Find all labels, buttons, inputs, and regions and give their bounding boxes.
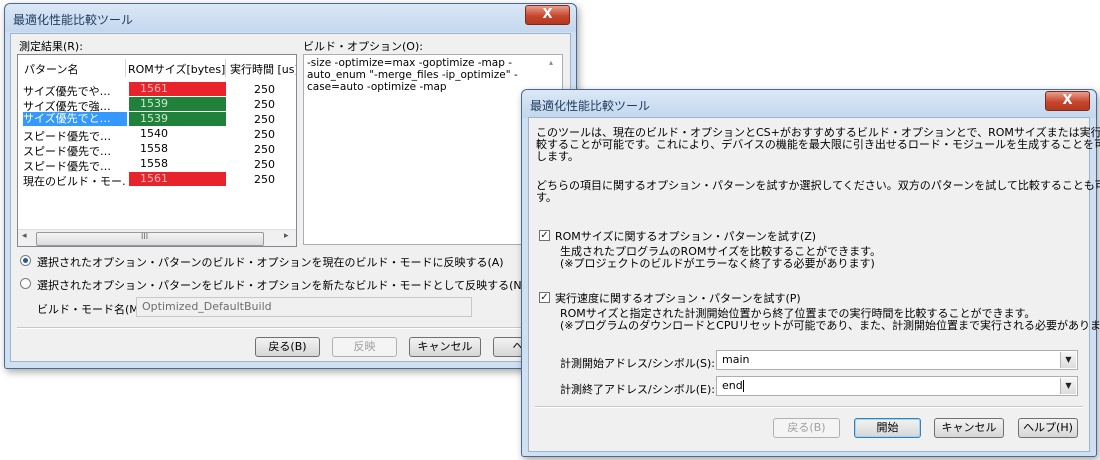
results-label: 測定結果(R): [19,40,83,53]
start-address-value: main [722,353,750,366]
execution-time-cell: 250 [254,143,275,156]
choose-text: どちらの項目に関するオプション・パターンを試すか選択してください。双方のパターン… [536,179,1100,204]
execution-speed-checkbox-label[interactable]: 実行速度に関するオプション・パターンを試す(P) [555,290,801,306]
build-mode-label: ビルド・モード名(M): [37,303,147,316]
rom-size-description: 生成されたプログラムのROMサイズを比較することができます。 (※プロジェクトの… [560,245,882,270]
back-button[interactable]: 戻る(B) [255,337,320,357]
table-row[interactable]: サイズ優先でや… 1561 250 [19,82,294,98]
rom-size-cell: 1558 [140,157,168,170]
divider [535,406,1083,408]
cancel-button[interactable]: キャンセル [409,337,481,357]
column-separator[interactable] [225,59,226,77]
rom-size-checkbox[interactable]: ✓ [539,230,550,241]
radio-reflect-new[interactable] [20,278,31,289]
execution-time-cell: 250 [254,128,275,141]
build-mode-name-field[interactable]: Optimized_DefaultBuild [136,297,472,317]
pattern-name-cell: 現在のビルド・モー… [23,175,127,188]
help-button[interactable]: ヘルプ(H) [1018,418,1078,438]
end-address-label: 計測終了アドレス/シンボル(E): [560,383,715,396]
title-bar[interactable]: 最適化性能比較ツール X [522,90,1096,118]
text-caret [742,380,744,392]
window-client: 測定結果(R): ビルド・オプション(O): パターン名 ROMサイズ[byte… [10,33,571,362]
rom-size-cell: 1561 [129,82,226,96]
dropdown-arrow-icon[interactable]: ▼ [1060,378,1076,394]
table-row[interactable]: サイズ優先で強… 1539 250 [19,97,294,113]
radio-reflect-new-label[interactable]: 選択されたオプション・パターンをビルド・オプションを新たなビルド・モードとして反… [37,277,526,293]
close-button[interactable]: X [525,5,570,25]
optimization-tool-window-back: 最適化性能比較ツール X 測定結果(R): ビルド・オプション(O): パターン… [4,3,577,369]
execution-speed-description: ROMサイズと指定された計測開始位置から終了位置までの実行時間を比較することがで… [560,307,1100,332]
divider [17,327,565,329]
execution-time-cell: 250 [254,98,275,111]
pattern-name-cell: サイズ優先でと… [23,112,127,126]
table-row[interactable]: スピード優先で… 1558 250 [19,142,294,158]
close-button[interactable]: X [1045,91,1090,111]
rom-size-cell: 1561 [129,172,226,186]
scroll-right-arrow-icon[interactable]: ▸ [284,231,289,241]
scroll-left-arrow-icon[interactable]: ◂ [22,231,27,241]
radio-reflect-current-label[interactable]: 選択されたオプション・パターンのビルド・オプションを現在のビルド・モードに反映す… [37,254,504,270]
table-row[interactable]: サイズ優先でと… 1539 250 [19,112,294,127]
execution-time-cell: 250 [254,113,275,126]
end-address-combo[interactable]: end ▼ [716,376,1078,396]
rom-size-cell: 1540 [140,127,168,140]
rom-size-cell: 1539 [129,97,226,111]
table-row[interactable]: 現在のビルド・モー… 1561 250 [19,172,294,188]
execution-time-cell: 250 [254,173,275,186]
horizontal-scrollbar[interactable]: ◂ III ▸ [18,229,296,246]
grip-icon: III [141,232,149,241]
start-address-label: 計測開始アドレス/シンボル(S): [560,357,715,370]
end-address-value: end [722,379,743,392]
optimization-tool-window-front: 最適化性能比較ツール X このツールは、現在のビルド・オプションとCS+がおすす… [521,89,1100,457]
start-button[interactable]: 開始 [854,418,921,438]
apply-button[interactable]: 反映 [332,337,397,357]
window-title: 最適化性能比較ツール [13,13,134,27]
radio-reflect-current[interactable] [20,255,31,266]
window-title: 最適化性能比較ツール [530,99,651,113]
dropdown-arrow-icon[interactable]: ▼ [1060,352,1076,368]
column-header-rom[interactable]: ROMサイズ[bytes] [128,61,225,77]
rom-size-cell: 1558 [140,142,168,155]
start-address-combo[interactable]: main ▼ [716,350,1078,370]
rom-size-cell: 1539 [129,112,226,126]
intro-text: このツールは、現在のビルド・オプションとCS+がおすすめするビルド・オプションと… [536,126,1100,163]
execution-time-cell: 250 [254,83,275,96]
results-list[interactable]: パターン名 ROMサイズ[bytes] 実行時間 [us] サイズ優先でや… 15… [17,54,297,247]
window-client: このツールは、現在のビルド・オプションとCS+がおすすめするビルド・オプションと… [528,117,1100,452]
execution-time-cell: 250 [254,158,275,171]
column-header-pattern[interactable]: パターン名 [24,61,78,77]
column-separator[interactable] [125,59,126,77]
title-bar[interactable]: 最適化性能比較ツール X [5,4,576,32]
scroll-up-arrow-icon[interactable]: ▴ [549,58,553,67]
table-row[interactable]: スピード優先で… 1558 250 [19,157,294,173]
build-option-label: ビルド・オプション(O): [303,40,423,53]
rom-size-checkbox-label[interactable]: ROMサイズに関するオプション・パターンを試す(Z) [555,228,816,244]
back-button[interactable]: 戻る(B) [773,418,840,438]
column-header-time[interactable]: 実行時間 [us] [230,61,296,77]
scroll-thumb[interactable]: III [36,232,264,246]
table-row[interactable]: スピード優先で… 1540 250 [19,127,294,143]
execution-speed-checkbox[interactable]: ✓ [539,292,550,303]
cancel-button[interactable]: キャンセル [934,418,1004,438]
